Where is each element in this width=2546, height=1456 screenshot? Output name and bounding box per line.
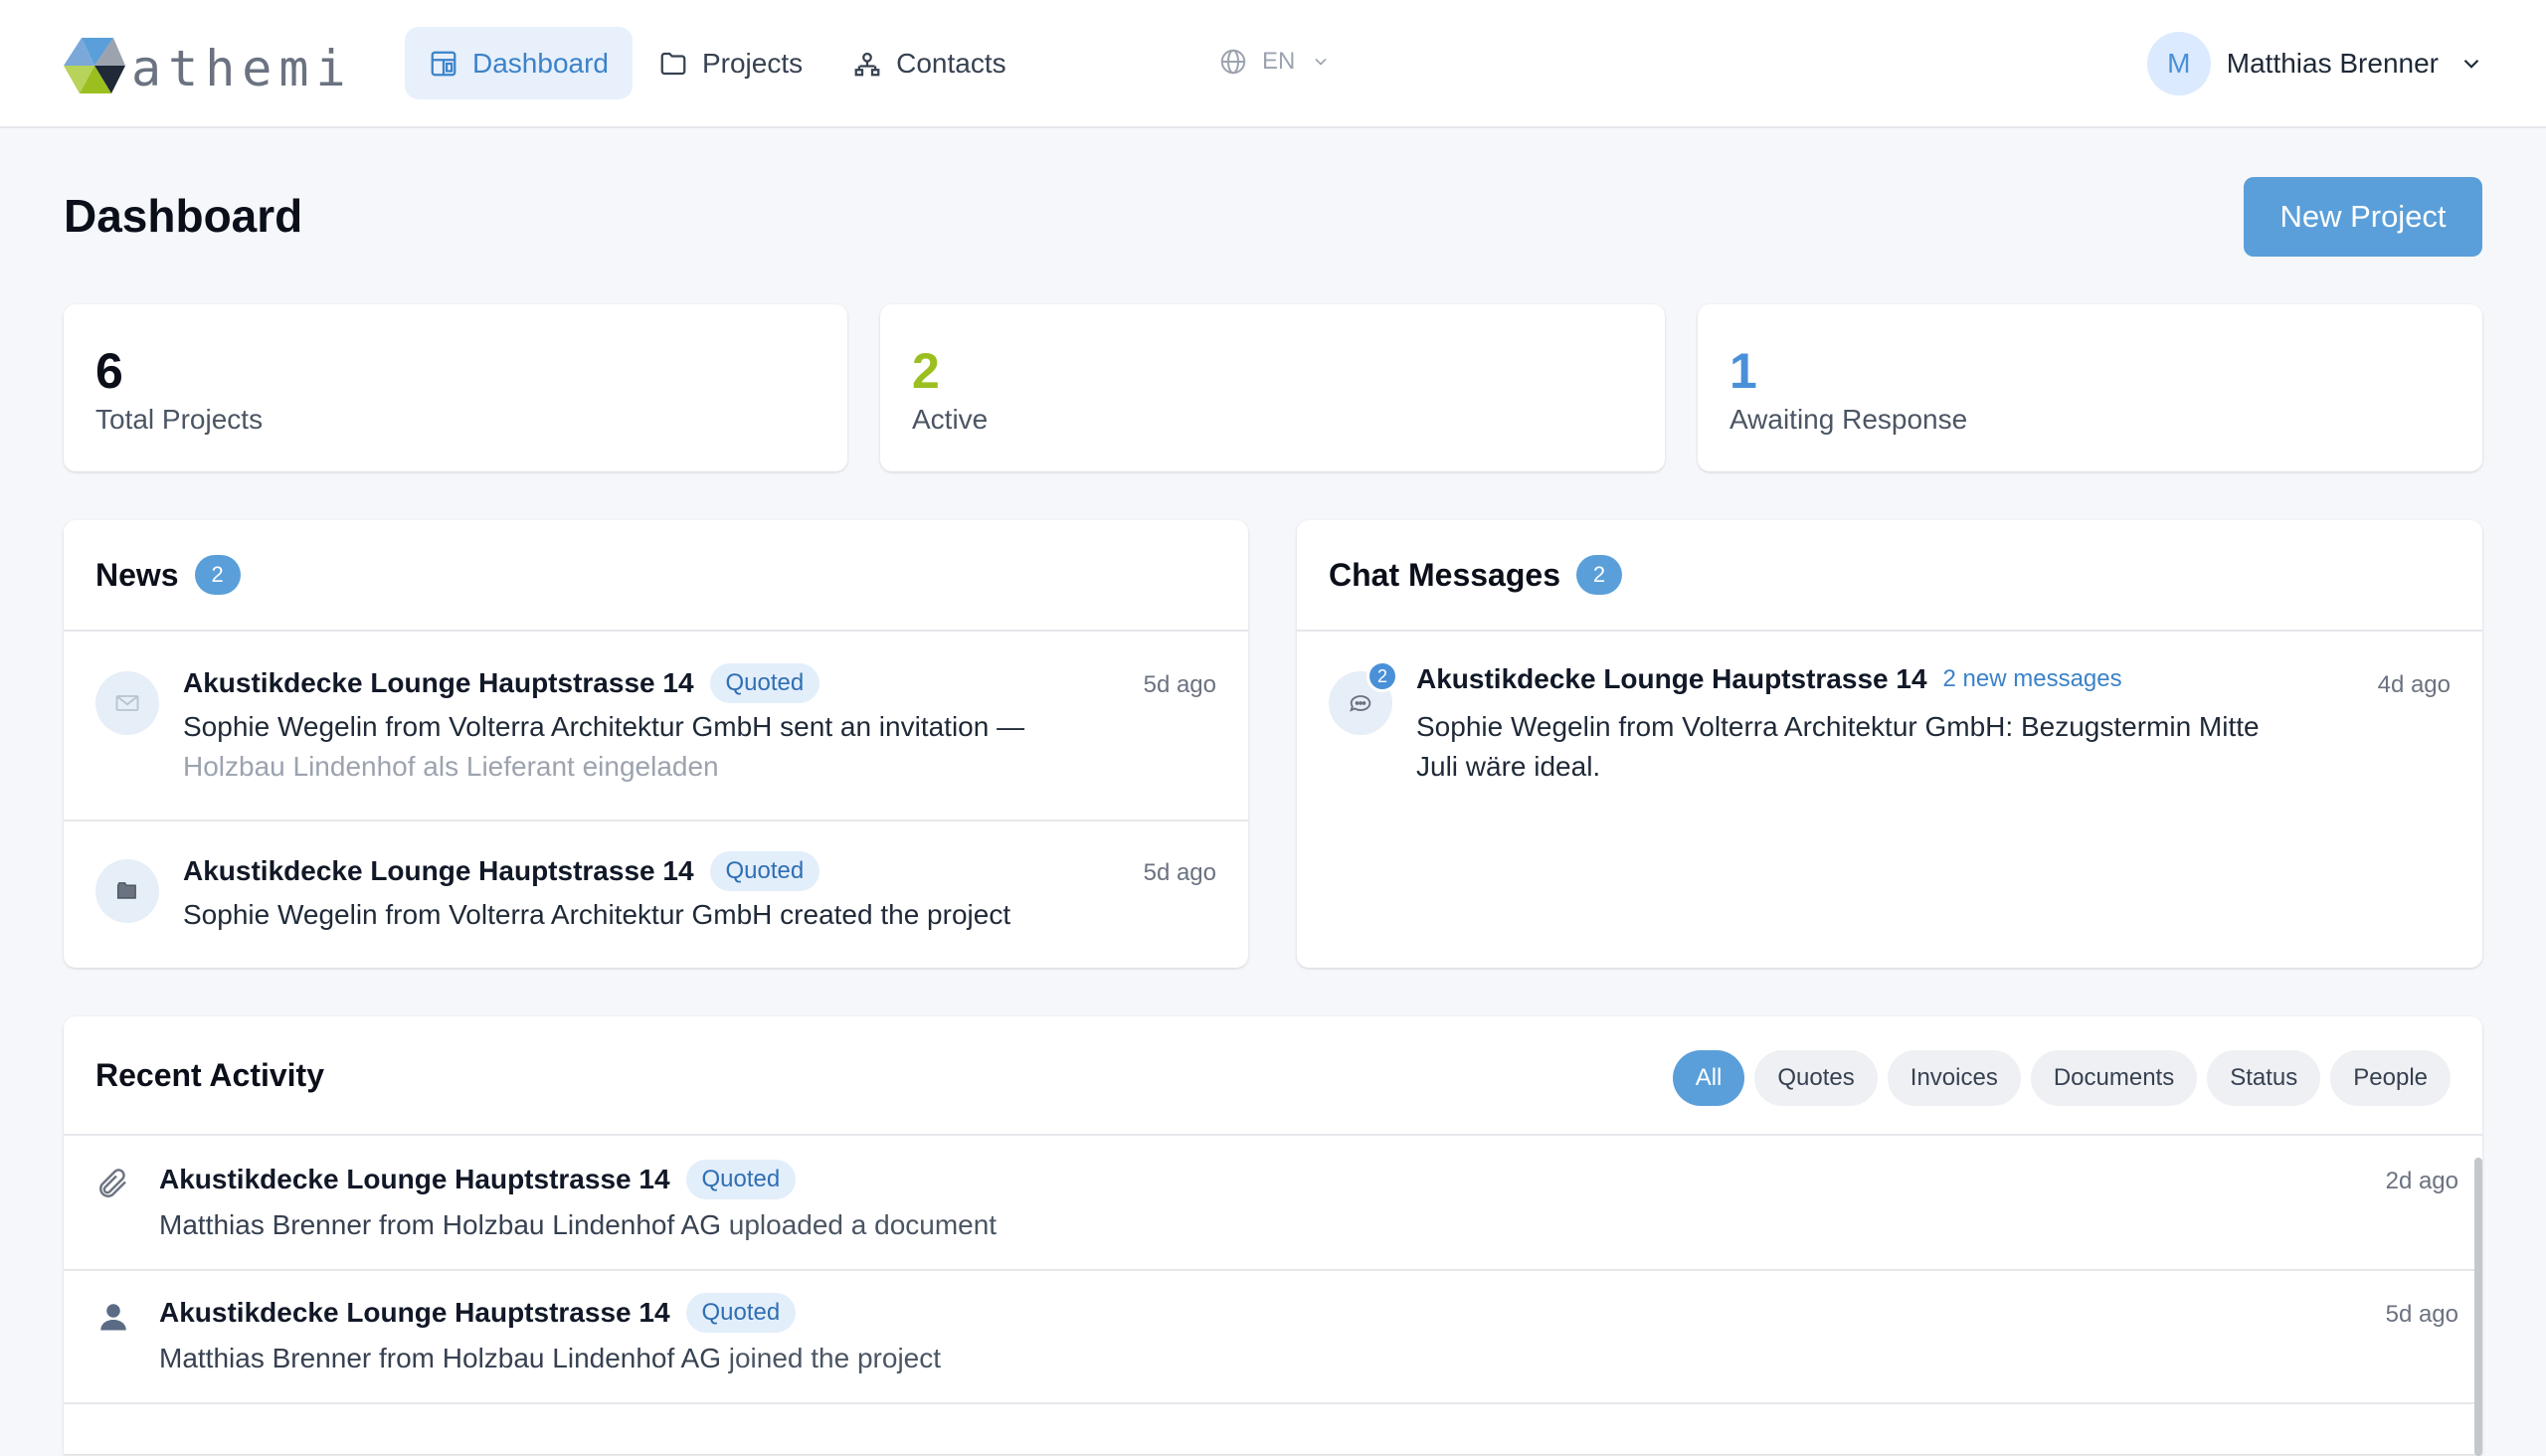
status-badge: Quoted [685, 1160, 797, 1199]
project-name[interactable]: Akustikdecke Lounge Hauptstrasse 14 [159, 1297, 670, 1329]
activity-item[interactable]: Akustikdecke Lounge Hauptstrasse 14 Quot… [64, 1138, 2482, 1269]
activity-scrollbar[interactable] [2474, 1158, 2482, 1456]
contacts-icon [854, 52, 880, 76]
stat-label: Awaiting Response [1729, 404, 1968, 435]
news-count-badge: 2 [194, 555, 241, 595]
activity-item-title-row: Akustikdecke Lounge Hauptstrasse 14 Quot… [159, 1160, 797, 1199]
chevron-down-icon [1315, 58, 1327, 66]
nav-contacts[interactable]: Contacts [828, 27, 1030, 99]
language-code: EN [1262, 48, 1296, 75]
top-navigation-bar: athemi Dashboard Projects Contacts EN M … [0, 0, 2546, 128]
timestamp: 5d ago [1143, 671, 1216, 698]
activity-item-title-row: Akustikdecke Lounge Hauptstrasse 14 Quot… [159, 1293, 797, 1333]
main-nav: Dashboard Projects Contacts [405, 27, 1032, 99]
news-item-text: Sophie Wegelin from Volterra Architektur… [183, 711, 1025, 742]
filter-invoices[interactable]: Invoices [1887, 1050, 2021, 1106]
activity-action: joined the project [728, 1343, 942, 1373]
recent-activity-title: Recent Activity [95, 1056, 324, 1093]
nav-contacts-label: Contacts [896, 47, 1006, 79]
filter-documents[interactable]: Documents [2030, 1050, 2198, 1106]
chat-item[interactable]: Akustikdecke Lounge Hauptstrasse 14 2 ne… [1297, 634, 2482, 813]
news-item-subtext: Holzbau Lindenhof als Lieferant eingelad… [183, 751, 719, 782]
language-selector[interactable]: EN [1218, 47, 1331, 77]
filter-people[interactable]: People [2330, 1050, 2451, 1106]
nav-dashboard[interactable]: Dashboard [405, 27, 633, 99]
filter-quotes[interactable]: Quotes [1754, 1050, 1878, 1106]
status-badge: Quoted [709, 663, 820, 703]
news-item-title-row: Akustikdecke Lounge Hauptstrasse 14 Quot… [183, 663, 820, 703]
news-item-title-row: Akustikdecke Lounge Hauptstrasse 14 Quot… [183, 851, 820, 891]
activity-filters: All Quotes Invoices Documents Status Peo… [1663, 1050, 2451, 1106]
chat-item-title-row: Akustikdecke Lounge Hauptstrasse 14 2 ne… [1416, 663, 2122, 695]
news-title: News [95, 556, 179, 593]
activity-item[interactable]: Akustikdecke Lounge Hauptstrasse 14 Quot… [64, 1271, 2482, 1402]
news-item[interactable]: Akustikdecke Lounge Hauptstrasse 14 Quot… [64, 634, 1248, 820]
new-messages-label[interactable]: 2 new messages [1943, 665, 2122, 693]
stat-label: Active [912, 404, 989, 435]
folder-icon [660, 52, 686, 75]
logo-text: athemi [131, 40, 353, 97]
project-name[interactable]: Akustikdecke Lounge Hauptstrasse 14 [1416, 663, 1927, 695]
avatar: M [2146, 32, 2211, 95]
chat-message-preview-continued: Juli wäre ideal. [1416, 751, 1601, 782]
stat-value: 6 [95, 343, 123, 399]
activity-actor: Matthias Brenner from Holzbau Lindenhof … [159, 1209, 721, 1240]
divider [64, 1402, 2482, 1404]
news-item[interactable]: Akustikdecke Lounge Hauptstrasse 14 Quot… [64, 821, 1248, 966]
chevron-down-icon [2463, 59, 2479, 69]
person-icon [100, 1304, 126, 1331]
filter-all[interactable]: All [1672, 1050, 1745, 1106]
news-header: News 2 [64, 520, 1248, 632]
paperclip-icon [99, 1169, 126, 1197]
chat-title: Chat Messages [1329, 556, 1560, 593]
stat-card-awaiting-response[interactable]: 1 Awaiting Response [1698, 304, 2482, 471]
globe-icon [1220, 49, 1246, 75]
timestamp: 5d ago [2385, 1301, 2458, 1328]
stat-card-active[interactable]: 2 Active [880, 304, 1665, 471]
project-name[interactable]: Akustikdecke Lounge Hauptstrasse 14 [159, 1164, 670, 1195]
news-item-text: Sophie Wegelin from Volterra Architektur… [183, 899, 1011, 930]
user-name: Matthias Brenner [2226, 48, 2439, 79]
user-menu[interactable]: M Matthias Brenner [2146, 32, 2484, 95]
filter-status[interactable]: Status [2207, 1050, 2321, 1106]
timestamp: 4d ago [2377, 671, 2451, 698]
status-badge: Quoted [709, 851, 820, 891]
envelope-icon [115, 695, 139, 711]
stat-value: 2 [912, 343, 940, 399]
recent-activity-panel: Recent Activity All Quotes Invoices Docu… [64, 1016, 2482, 1456]
unread-count-badge: 2 [1366, 660, 1398, 692]
status-badge: Quoted [685, 1293, 797, 1333]
new-project-button[interactable]: New Project [2244, 177, 2482, 257]
stat-card-total-projects[interactable]: 6 Total Projects [64, 304, 847, 471]
chat-messages-panel: Chat Messages 2 Akustikdecke Lounge Haup… [1297, 520, 2482, 968]
activity-item-text: Matthias Brenner from Holzbau Lindenhof … [159, 1209, 997, 1241]
timestamp: 5d ago [1143, 859, 1216, 886]
project-name[interactable]: Akustikdecke Lounge Hauptstrasse 14 [183, 667, 694, 699]
dashboard-icon [431, 51, 456, 76]
chat-bubble-icon [1350, 695, 1371, 712]
logo-mark-icon [64, 38, 125, 93]
chat-count-badge: 2 [1575, 555, 1622, 595]
news-item-icon [95, 859, 159, 923]
chat-header: Chat Messages 2 [1297, 520, 2482, 632]
athemi-logo[interactable]: athemi [62, 34, 353, 97]
chat-message-preview: Sophie Wegelin from Volterra Architektur… [1416, 711, 2260, 742]
activity-action: uploaded a document [728, 1209, 998, 1240]
stat-value: 1 [1729, 343, 1757, 399]
news-panel: News 2 Akustikdecke Lounge Hauptstrasse … [64, 520, 1248, 968]
stat-label: Total Projects [95, 404, 264, 435]
page-title: Dashboard [64, 190, 303, 242]
activity-item-text: Matthias Brenner from Holzbau Lindenhof … [159, 1343, 941, 1374]
news-item-icon [95, 671, 159, 735]
nav-dashboard-label: Dashboard [472, 47, 609, 79]
project-name[interactable]: Akustikdecke Lounge Hauptstrasse 14 [183, 855, 694, 887]
activity-actor: Matthias Brenner from Holzbau Lindenhof … [159, 1343, 721, 1373]
folder-icon [116, 882, 136, 899]
timestamp: 2d ago [2385, 1168, 2458, 1194]
nav-projects-label: Projects [701, 47, 804, 79]
nav-projects[interactable]: Projects [635, 27, 826, 99]
